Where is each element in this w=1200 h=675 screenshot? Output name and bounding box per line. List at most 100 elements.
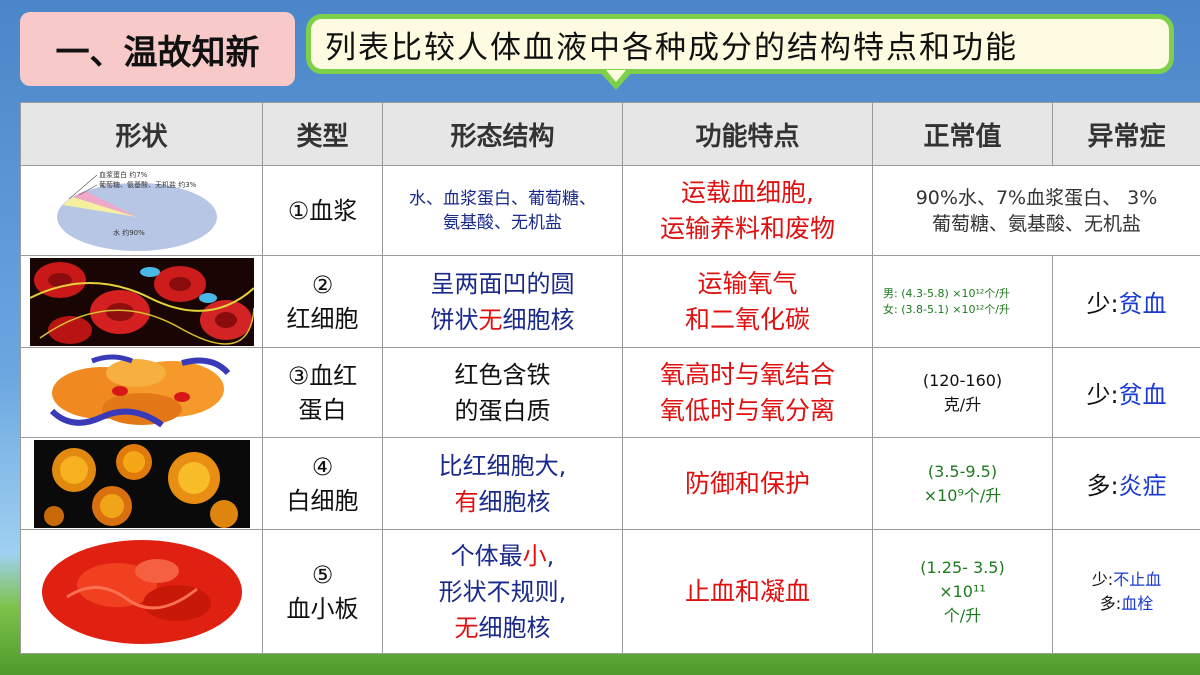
abnormal-platelet: 少:不止血 多:血栓 <box>1052 529 1200 654</box>
func-hemoglobin-line2: 氧低时与氧分离 <box>659 395 835 425</box>
type-hemoglobin-line2: 蛋白 <box>298 395 347 424</box>
morph-rbc-text2: 细胞核 <box>502 305 575 334</box>
type-hemoglobin: ③血红 蛋白 <box>262 347 383 438</box>
abnormal-wbc: 多:炎症 <box>1052 437 1200 530</box>
func-platelet-line1: 止血和凝血 <box>684 576 810 606</box>
normal-wbc-line2: ×10⁹个/升 <box>923 485 1002 505</box>
wbc-image <box>20 437 263 530</box>
subtitle-callout: 列表比较人体血液中各种成分的结构特点和功能 <box>306 14 1174 74</box>
abnormal-platelet-high-name: 血栓 <box>1121 593 1154 613</box>
type-plasma: ①血浆 <box>262 165 383 256</box>
type-plasma-label: ①血浆 <box>287 196 358 225</box>
col-header-type: 类型 <box>262 102 383 166</box>
normal-platelet-line3: 个/升 <box>943 605 982 625</box>
morph-wbc-text: 细胞核 <box>478 487 551 516</box>
abnormal-rbc-prefix: 少: <box>1086 290 1119 318</box>
morph-hemoglobin-line1: 红色含铁 <box>454 360 551 389</box>
abnormal-platelet-low: 少:不止血 <box>1053 568 1200 592</box>
morph-wbc-highlight: 有 <box>454 487 479 516</box>
morph-platelet-highlight2: 无 <box>454 613 479 642</box>
header-row: 形状 类型 形态结构 功能特点 正常值 异常症 <box>20 102 1200 166</box>
platelet-illustration <box>36 536 247 647</box>
normal-rbc: 男: (4.3-5.8) ×10¹²个/升 女: (3.8-5.1) ×10¹²… <box>872 255 1053 348</box>
pie-label-water: 水 约90% <box>113 228 145 237</box>
type-rbc-number: ② <box>311 270 334 299</box>
type-platelet-label: 血小板 <box>286 594 359 623</box>
platelet-image <box>20 529 263 654</box>
morph-hemoglobin-line2: 的蛋白质 <box>454 396 551 425</box>
col-header-shape: 形状 <box>20 102 263 166</box>
pie-label-protein: 血浆蛋白 约7% <box>99 170 148 179</box>
abnormal-platelet-low-prefix: 少: <box>1091 569 1114 589</box>
blood-components-table: 形状 类型 形态结构 功能特点 正常值 异常症 血浆蛋白 约7% 葡萄糖、氨基酸… <box>20 102 1200 654</box>
col-header-function: 功能特点 <box>622 102 873 166</box>
pie-label-salts: 葡萄糖、氨基酸、无机盐 约3% <box>99 180 197 189</box>
morph-platelet-highlight1: 小 <box>522 541 547 570</box>
abnormal-wbc-name: 炎症 <box>1118 472 1167 500</box>
normal-hemoglobin-line2: 克/升 <box>943 394 982 414</box>
table-row-rbc: ② 红细胞 呈两面凹的圆 饼状无细胞核 运输氧气 和二氧化碳 男: (4.3-5… <box>20 255 1200 348</box>
morph-wbc-line2: 有细胞核 <box>383 484 622 520</box>
col-header-abnormal: 异常症 <box>1052 102 1200 166</box>
abnormal-platelet-high-prefix: 多: <box>1099 593 1122 613</box>
morph-rbc-text: 饼状 <box>430 305 479 334</box>
morph-rbc-line1: 呈两面凹的圆 <box>430 269 575 298</box>
morph-platelet-text3: 细胞核 <box>478 613 551 642</box>
subtitle-text: 列表比较人体血液中各种成分的结构特点和功能 <box>325 29 1018 66</box>
morph-platelet-comma: , <box>546 541 555 570</box>
type-platelet-number: ⑤ <box>311 560 334 589</box>
normal-wbc-line1: (3.5-9.5) <box>927 461 998 481</box>
morph-hemoglobin: 红色含铁 的蛋白质 <box>382 347 623 438</box>
func-rbc-line2: 和二氧化碳 <box>684 304 810 334</box>
func-wbc: 防御和保护 <box>622 437 873 530</box>
plasma-pie-image: 血浆蛋白 约7% 葡萄糖、氨基酸、无机盐 约3% 水 约90% <box>20 165 263 256</box>
func-wbc-line1: 防御和保护 <box>684 468 810 498</box>
normal-platelet-line2: ×10¹¹ <box>939 581 986 601</box>
white-blood-cells-illustration <box>33 439 250 528</box>
normal-rbc-female: 女: (3.8-5.1) ×10¹²个/升 <box>883 302 1010 316</box>
func-platelet: 止血和凝血 <box>622 529 873 654</box>
morph-wbc-line1: 比红细胞大, <box>438 451 567 480</box>
normal-platelet: (1.25- 3.5) ×10¹¹ 个/升 <box>872 529 1053 654</box>
normal-hemoglobin-line1: (120-160) <box>922 370 1003 390</box>
morph-platelet-line3: 无细胞核 <box>383 610 622 646</box>
abnormal-hemoglobin-prefix: 少: <box>1086 381 1119 409</box>
type-rbc-label: 红细胞 <box>286 304 359 333</box>
morph-plasma-line2: 氨基酸、无机盐 <box>443 212 562 233</box>
callout-tail <box>600 70 632 90</box>
hemoglobin-image <box>20 347 263 438</box>
table-row-hemoglobin: ③血红 蛋白 红色含铁 的蛋白质 氧高时与氧结合 氧低时与氧分离 (120-16… <box>20 347 1200 438</box>
morph-platelet-line2: 形状不规则, <box>438 577 567 606</box>
rbc-image <box>20 255 263 348</box>
func-plasma-line2: 运输养料和废物 <box>659 213 835 243</box>
abnormal-rbc-name: 贫血 <box>1118 290 1167 318</box>
abnormal-rbc: 少:贫血 <box>1052 255 1200 348</box>
normal-platelet-line1: (1.25- 3.5) <box>920 557 1005 577</box>
normal-hemoglobin: (120-160) 克/升 <box>872 347 1053 438</box>
func-hemoglobin-line1: 氧高时与氧结合 <box>659 359 835 389</box>
type-wbc-label: 白细胞 <box>286 486 359 515</box>
func-plasma-line1: 运载血细胞, <box>681 177 814 207</box>
type-rbc: ② 红细胞 <box>262 255 383 348</box>
type-wbc: ④ 白细胞 <box>262 437 383 530</box>
table-row-wbc: ④ 白细胞 比红细胞大, 有细胞核 防御和保护 (3.5-9.5) ×10⁹个/… <box>20 437 1200 530</box>
normal-plasma: 90%水、7%血浆蛋白、 3% 葡萄糖、氨基酸、无机盐 <box>872 165 1200 256</box>
func-rbc: 运输氧气 和二氧化碳 <box>622 255 873 348</box>
col-header-morphology: 形态结构 <box>382 102 623 166</box>
morph-platelet-text1: 个体最 <box>450 541 523 570</box>
abnormal-platelet-high: 多:血栓 <box>1053 592 1200 616</box>
hemoglobin-molecule-illustration <box>31 350 252 435</box>
section-title-badge: 一、温故知新 <box>20 12 295 86</box>
normal-plasma-line2: 葡萄糖、氨基酸、无机盐 <box>931 212 1141 235</box>
type-hemoglobin-line1: ③血红 <box>287 361 358 390</box>
func-rbc-line1: 运输氧气 <box>697 268 798 298</box>
abnormal-hemoglobin: 少:贫血 <box>1052 347 1200 438</box>
func-hemoglobin: 氧高时与氧结合 氧低时与氧分离 <box>622 347 873 438</box>
col-header-normal-value: 正常值 <box>872 102 1053 166</box>
morph-wbc: 比红细胞大, 有细胞核 <box>382 437 623 530</box>
morph-platelet-line1: 个体最小, <box>383 538 622 574</box>
morph-plasma-line1: 水、血浆蛋白、葡萄糖、 <box>409 188 596 209</box>
type-platelet: ⑤ 血小板 <box>262 529 383 654</box>
normal-wbc: (3.5-9.5) ×10⁹个/升 <box>872 437 1053 530</box>
type-wbc-number: ④ <box>311 452 334 481</box>
